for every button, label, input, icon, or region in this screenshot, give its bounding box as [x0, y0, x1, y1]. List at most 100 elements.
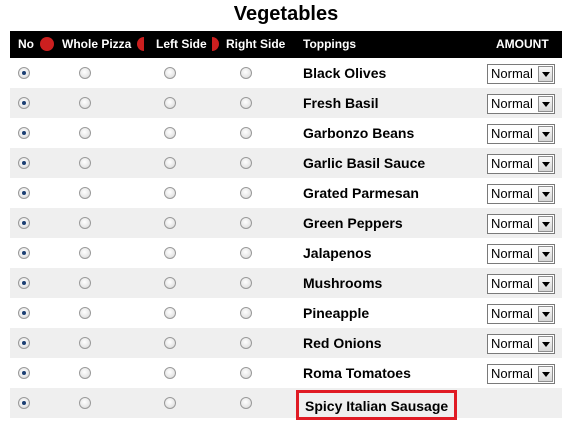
amount-select[interactable]: Normal — [487, 214, 555, 234]
radio-no[interactable] — [18, 307, 30, 319]
amount-value: Normal — [491, 366, 533, 381]
amount-value: Normal — [491, 306, 533, 321]
radio-no[interactable] — [18, 247, 30, 259]
radio-right[interactable] — [240, 187, 252, 199]
radio-no[interactable] — [18, 97, 30, 109]
radio-no[interactable] — [18, 67, 30, 79]
header-no: No — [18, 37, 34, 51]
chevron-down-icon[interactable] — [538, 96, 553, 112]
radio-left[interactable] — [164, 67, 176, 79]
radio-left[interactable] — [164, 277, 176, 289]
topping-name: Fresh Basil — [303, 95, 379, 111]
radio-whole[interactable] — [79, 367, 91, 379]
left-half-icon — [137, 37, 144, 51]
topping-row: Roma Tomatoes Normal — [10, 358, 562, 388]
radio-no[interactable] — [18, 217, 30, 229]
radio-right[interactable] — [240, 157, 252, 169]
radio-left[interactable] — [164, 217, 176, 229]
radio-right[interactable] — [240, 307, 252, 319]
radio-whole[interactable] — [79, 397, 91, 409]
radio-whole[interactable] — [79, 217, 91, 229]
radio-no[interactable] — [18, 127, 30, 139]
chevron-down-icon[interactable] — [538, 126, 553, 142]
radio-no[interactable] — [18, 397, 30, 409]
toppings-table: No Whole Pizza Left Side Right Side Topp… — [10, 31, 562, 420]
radio-right[interactable] — [240, 67, 252, 79]
radio-right[interactable] — [240, 337, 252, 349]
radio-no[interactable] — [18, 337, 30, 349]
chevron-down-icon[interactable] — [538, 66, 553, 82]
amount-select[interactable]: Normal — [487, 244, 555, 264]
radio-whole[interactable] — [79, 67, 91, 79]
whole-pizza-icon — [40, 37, 54, 51]
amount-select[interactable]: Normal — [487, 184, 555, 204]
radio-right[interactable] — [240, 127, 252, 139]
chevron-down-icon[interactable] — [538, 246, 553, 262]
amount-select[interactable]: Normal — [487, 124, 555, 144]
radio-right[interactable] — [240, 247, 252, 259]
radio-no[interactable] — [18, 277, 30, 289]
topping-row: Red Onions Normal — [10, 328, 562, 358]
radio-whole[interactable] — [79, 157, 91, 169]
topping-row: Spicy Italian Sausage — [10, 388, 562, 420]
radio-left[interactable] — [164, 157, 176, 169]
chevron-down-icon[interactable] — [538, 276, 553, 292]
header-toppings: Toppings — [303, 37, 357, 51]
topping-row: Pineapple Normal — [10, 298, 562, 328]
topping-row: Mushrooms Normal — [10, 268, 562, 298]
radio-whole[interactable] — [79, 187, 91, 199]
radio-whole[interactable] — [79, 277, 91, 289]
chevron-down-icon[interactable] — [538, 216, 553, 232]
right-half-icon — [212, 37, 219, 51]
topping-row: Jalapenos Normal — [10, 238, 562, 268]
chevron-down-icon[interactable] — [538, 186, 553, 202]
topping-name: Green Peppers — [303, 215, 403, 231]
chevron-down-icon[interactable] — [538, 156, 553, 172]
amount-select[interactable]: Normal — [487, 274, 555, 294]
topping-name: Black Olives — [303, 65, 387, 81]
radio-whole[interactable] — [79, 127, 91, 139]
amount-select[interactable]: Normal — [487, 64, 555, 84]
radio-left[interactable] — [164, 127, 176, 139]
radio-right[interactable] — [240, 217, 252, 229]
amount-value: Normal — [491, 96, 533, 111]
topping-name: Spicy Italian Sausage — [296, 390, 458, 420]
amount-select[interactable]: Normal — [487, 94, 555, 114]
amount-value: Normal — [491, 156, 533, 171]
amount-select[interactable]: Normal — [487, 304, 555, 324]
radio-right[interactable] — [240, 397, 252, 409]
radio-left[interactable] — [164, 247, 176, 259]
radio-left[interactable] — [164, 397, 176, 409]
topping-row: Garbonzo Beans Normal — [10, 118, 562, 148]
amount-select[interactable]: Normal — [487, 154, 555, 174]
radio-no[interactable] — [18, 187, 30, 199]
radio-left[interactable] — [164, 187, 176, 199]
radio-left[interactable] — [164, 97, 176, 109]
topping-name: Mushrooms — [303, 275, 383, 291]
radio-whole[interactable] — [79, 97, 91, 109]
header-right-side: Right Side — [226, 37, 286, 51]
section-title: Vegetables — [233, 3, 339, 25]
chevron-down-icon[interactable] — [538, 306, 553, 322]
amount-select[interactable]: Normal — [487, 364, 555, 384]
radio-whole[interactable] — [79, 307, 91, 319]
chevron-down-icon[interactable] — [538, 366, 553, 382]
radio-left[interactable] — [164, 367, 176, 379]
radio-left[interactable] — [164, 337, 176, 349]
header-whole-pizza: Whole Pizza — [62, 37, 132, 51]
header-left-side: Left Side — [156, 37, 207, 51]
amount-select[interactable]: Normal — [487, 334, 555, 354]
radio-right[interactable] — [240, 97, 252, 109]
topping-row: Garlic Basil Sauce Normal — [10, 148, 562, 178]
radio-no[interactable] — [18, 367, 30, 379]
amount-value: Normal — [491, 216, 533, 231]
radio-right[interactable] — [240, 367, 252, 379]
radio-left[interactable] — [164, 307, 176, 319]
radio-whole[interactable] — [79, 247, 91, 259]
amount-value: Normal — [491, 246, 533, 261]
radio-no[interactable] — [18, 157, 30, 169]
topping-rows: Black Olives Normal Fresh Basil Normal Garbo… — [10, 58, 562, 420]
radio-whole[interactable] — [79, 337, 91, 349]
chevron-down-icon[interactable] — [538, 336, 553, 352]
radio-right[interactable] — [240, 277, 252, 289]
